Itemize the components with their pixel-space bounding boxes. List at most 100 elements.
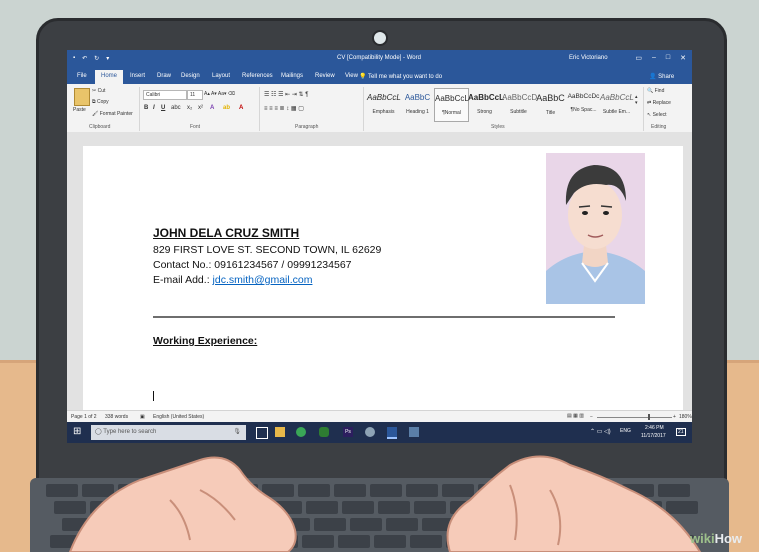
customize-icon[interactable]: ▾ [106, 55, 109, 62]
tab-view[interactable]: View [345, 73, 358, 79]
language-status[interactable]: English (United States) [153, 414, 204, 420]
paste-icon[interactable] [74, 88, 90, 106]
section-heading: Working Experience: [153, 335, 258, 347]
ribbon-tabs: File Home Insert Draw Design Layout Refe… [67, 68, 692, 84]
maximize-icon[interactable]: □ [666, 54, 670, 62]
style-sample: AaBbCcL [600, 93, 634, 102]
user-name[interactable]: Eric Victoriano [569, 55, 608, 61]
styles-more-icon[interactable]: ▴ ▾ [635, 94, 638, 106]
tab-home[interactable]: Home [95, 70, 124, 84]
align-icons[interactable]: ≡ ≡ ≡ ≣ ↕ ▦ ▢ [264, 105, 304, 112]
page-count[interactable]: Page 1 of 2 [71, 414, 97, 420]
style-no-spacing[interactable]: AaBbCcDc ¶No Spac... [567, 88, 600, 120]
divider [643, 87, 644, 131]
search-placeholder: Type here to search [103, 429, 157, 435]
view-icons[interactable]: ▤ ▦ ▥ [567, 413, 584, 419]
style-strong[interactable]: AaBbCcL Strong [468, 88, 504, 120]
bold-button[interactable]: B [144, 105, 148, 111]
save-icon[interactable]: ▪ [73, 55, 75, 62]
superscript-button[interactable]: x² [198, 105, 203, 111]
style-subtitle[interactable]: AaBbCcD Subtitle [502, 88, 537, 120]
format-painter-label: Format Painter [99, 111, 133, 117]
format-painter-button[interactable]: 🖌 Format Painter [92, 111, 133, 117]
chrome-icon[interactable] [296, 427, 306, 437]
tab-references[interactable]: References [242, 73, 273, 79]
system-tray-icons[interactable]: ⌃ ▭ ◁) [590, 428, 611, 435]
select-label: Select [652, 112, 667, 118]
windows-start-icon[interactable]: ⊞ [73, 426, 81, 437]
undo-icon[interactable]: ↶ [82, 55, 87, 62]
select-button[interactable]: ↖ Select [647, 112, 667, 118]
word-count[interactable]: 338 words [105, 414, 128, 420]
strikethrough-button[interactable]: abc [171, 105, 181, 111]
style-heading-1[interactable]: AaBbC Heading 1 [401, 88, 434, 120]
cortana-icon: ◯ [95, 429, 102, 435]
title-bar: ▪ ↶ ↻ ▾ CV [Compatibility Mode] - Word E… [67, 50, 692, 68]
notifications-icon[interactable]: 21 [676, 428, 686, 436]
microphone-icon[interactable]: 🎙 [233, 425, 241, 440]
style-title[interactable]: AaBbC Title [534, 88, 567, 120]
word-icon[interactable] [387, 427, 397, 439]
font-size-select[interactable]: 11 [187, 90, 203, 100]
app-icon[interactable] [365, 427, 375, 437]
style-emphasis[interactable]: AaBbCcL Emphasis [367, 88, 401, 120]
divider [363, 87, 364, 131]
clipboard-group-label: Clipboard [89, 124, 111, 130]
photos-icon[interactable] [409, 427, 419, 437]
task-view-icon[interactable] [256, 427, 268, 439]
proofing-icon[interactable]: ▣ [140, 414, 145, 420]
tell-me-box[interactable]: 💡 Tell me what you want to do [359, 73, 442, 80]
zoom-slider[interactable] [597, 417, 672, 418]
ribbon-options-icon[interactable]: ▭ [635, 54, 642, 62]
tab-file[interactable]: File [77, 73, 87, 79]
tab-mailings[interactable]: Mailings [281, 73, 303, 79]
replace-button[interactable]: ⇄ Replace [647, 100, 671, 106]
taskbar-search[interactable]: ◯ Type here to search 🎙 [91, 425, 246, 440]
tab-design[interactable]: Design [181, 73, 200, 79]
zoom-slider-thumb[interactable] [648, 414, 650, 420]
style-normal[interactable]: AaBbCcL ¶Normal [434, 88, 469, 122]
font-name-select[interactable]: Calibri [143, 90, 187, 100]
text-effects-button[interactable]: A [210, 105, 214, 111]
email-link[interactable]: jdc.smith@gmail.com [213, 274, 313, 286]
zoom-level[interactable]: 180% [679, 414, 692, 420]
style-name: ¶Normal [442, 110, 461, 116]
redo-icon[interactable]: ↻ [94, 55, 99, 62]
window-title: CV [Compatibility Mode] - Word [337, 55, 421, 61]
photoshop-icon[interactable]: Ps [343, 427, 353, 437]
tab-draw[interactable]: Draw [157, 73, 171, 79]
close-icon[interactable]: ✕ [680, 54, 686, 62]
style-sample: AaBbCcL [367, 93, 401, 102]
font-color-button[interactable]: A [239, 105, 243, 111]
minimize-icon[interactable]: – [652, 54, 656, 62]
clock-date[interactable]: 11/17/2017 [641, 433, 666, 439]
tab-insert[interactable]: Insert [130, 73, 145, 79]
clock-time[interactable]: 2:46 PM [645, 425, 664, 431]
zoom-out-icon[interactable]: − [590, 414, 593, 420]
profile-photo [546, 153, 645, 304]
copy-button[interactable]: ⧉ Copy [92, 99, 109, 105]
style-sample: AaBbCcDc [567, 93, 600, 100]
tab-review[interactable]: Review [315, 73, 335, 79]
style-sample: AaBbCcL [435, 94, 469, 103]
subscript-button[interactable]: x₂ [187, 105, 192, 111]
style-name: Emphasis [372, 109, 395, 115]
find-button[interactable]: 🔍 Find [647, 88, 664, 94]
paste-label[interactable]: Paste [73, 107, 86, 113]
share-button[interactable]: 👤 Share [649, 73, 674, 80]
quick-access-toolbar: ▪ ↶ ↻ ▾ [73, 55, 109, 62]
app-icon[interactable] [319, 427, 329, 437]
bullets-icon[interactable]: ☰ ☷ ☰ ⇤ ⇥ ⇅ ¶ [264, 91, 308, 98]
zoom-in-icon[interactable]: + [673, 414, 676, 420]
italic-button[interactable]: I [153, 105, 155, 111]
document-page[interactable]: JOHN DELA CRUZ SMITH 829 FIRST LOVE ST. … [83, 146, 683, 410]
language-indicator[interactable]: ENG [620, 428, 631, 434]
grow-font-icon[interactable]: A▴ A▾ Aa▾ ⌫ [204, 91, 235, 97]
tab-layout[interactable]: Layout [212, 73, 230, 79]
file-explorer-icon[interactable] [275, 427, 285, 437]
styles-group-label: Styles [491, 124, 505, 130]
cut-button[interactable]: ✂ Cut [92, 88, 105, 94]
underline-button[interactable]: U [161, 105, 165, 111]
highlight-button[interactable]: ab [223, 105, 230, 111]
style-subtle-emphasis[interactable]: AaBbCcL Subtle Em... [600, 88, 634, 120]
